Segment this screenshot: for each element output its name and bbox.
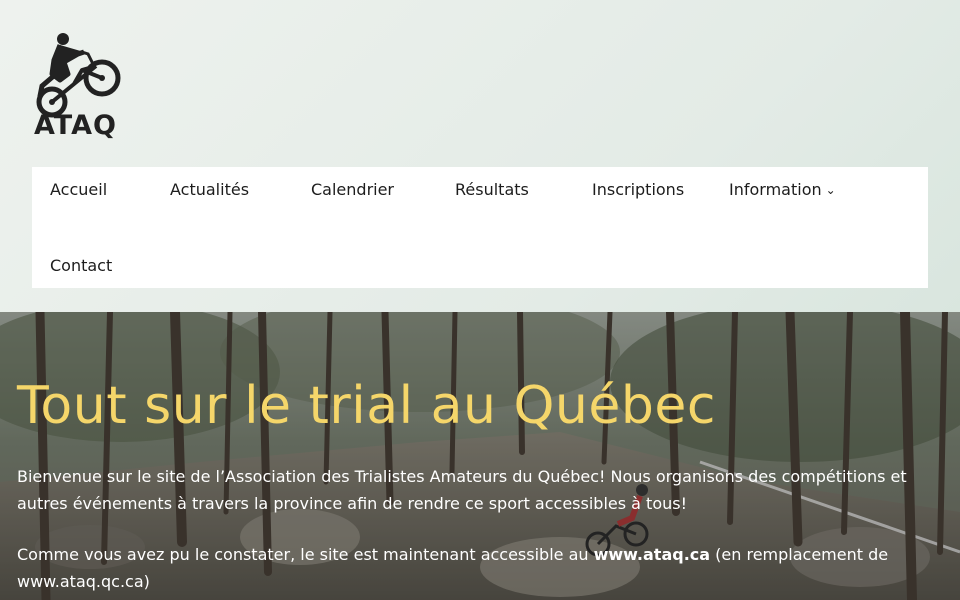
- nav-item-contact[interactable]: Contact: [50, 256, 112, 275]
- hero-title: Tout sur le trial au Québec: [17, 376, 716, 436]
- nav-item-information[interactable]: Information ⌄: [729, 180, 836, 199]
- chevron-down-icon[interactable]: ⌄: [826, 183, 836, 197]
- hero-welcome-text: Bienvenue sur le site de l’Association d…: [17, 467, 907, 513]
- nav-item-accueil[interactable]: Accueil: [50, 180, 107, 199]
- site-logo[interactable]: ATAQ: [30, 30, 152, 146]
- main-navigation: Accueil Actualités Calendrier Résultats …: [32, 167, 928, 288]
- hero-section: Tout sur le trial au Québec Bienvenue su…: [0, 312, 960, 600]
- nav-item-inscriptions[interactable]: Inscriptions: [592, 180, 684, 199]
- logo-wordmark: ATAQ: [34, 110, 117, 141]
- hero-site-notice: Comme vous avez pu le constater, le site…: [17, 541, 917, 595]
- nav-item-information-label: Information: [729, 180, 822, 199]
- site-notice-prefix: Comme vous avez pu le constater, le site…: [17, 545, 594, 564]
- site-header: ATAQ Accueil Actualités Calendrier Résul…: [0, 0, 960, 312]
- nav-item-calendrier[interactable]: Calendrier: [311, 180, 394, 199]
- nav-item-actualites[interactable]: Actualités: [170, 180, 249, 199]
- site-url-link[interactable]: www.ataq.ca: [594, 545, 710, 564]
- nav-item-resultats[interactable]: Résultats: [455, 180, 529, 199]
